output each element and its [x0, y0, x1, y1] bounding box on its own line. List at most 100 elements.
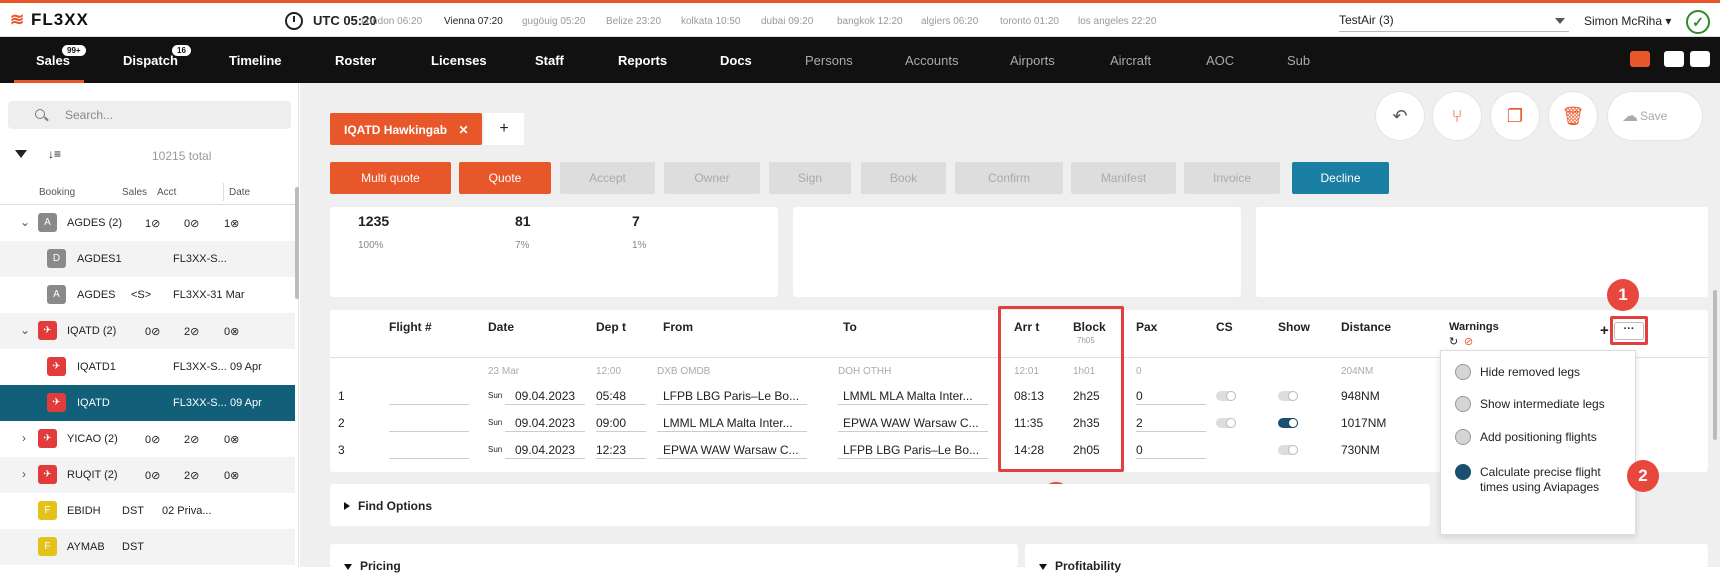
leg-to[interactable]: LFPB LBG Paris–Le Bo...	[843, 443, 979, 457]
nav-aircraft[interactable]: Aircraft	[1110, 53, 1151, 68]
list-item[interactable]: F AYMAB DST	[0, 529, 295, 565]
nav-accounts[interactable]: Accounts	[905, 53, 958, 68]
close-icon[interactable]: ✕	[458, 123, 468, 137]
accept-button[interactable]: Accept	[560, 162, 655, 194]
leg-pax[interactable]: 0	[1136, 389, 1143, 403]
filter-icon[interactable]	[15, 150, 27, 158]
nav-aoc[interactable]: AOC	[1206, 53, 1234, 68]
stat-value: 1235	[358, 213, 390, 229]
find-options-section[interactable]	[330, 484, 1430, 526]
tab-booking[interactable]: IQATD Hawkingab ✕	[330, 113, 482, 145]
leg-pax[interactable]: 0	[1136, 443, 1143, 457]
list-item[interactable]: ✈ IQATD1 FL3XX-S... 09 Apr	[0, 349, 295, 385]
nav-licenses[interactable]: Licenses	[431, 53, 487, 68]
list-item[interactable]: F EBIDH DST 02 Priva...	[0, 493, 295, 529]
leg-dep[interactable]: 09:00	[596, 416, 626, 430]
delete-button[interactable]: 🗑	[1548, 91, 1598, 141]
show-toggle[interactable]	[1278, 418, 1298, 428]
view-grid-icon[interactable]	[1690, 51, 1710, 67]
user-menu[interactable]: Simon McRiha ▾	[1584, 14, 1671, 28]
add-tab-button[interactable]: +	[484, 113, 524, 145]
list-item-selected[interactable]: ✈ IQATD FL3XX-S... 09 Apr	[0, 385, 295, 421]
confirm-button[interactable]: Confirm	[955, 162, 1063, 194]
owner-button[interactable]: Owner	[664, 162, 760, 194]
leg-to[interactable]: LMML MLA Malta Inter...	[843, 389, 973, 403]
list-item[interactable]: ⌄ A AGDES (2) 1⊘ 0⊘ 1⊗	[0, 205, 295, 241]
list-item[interactable]: D AGDES1 FL3XX-S...	[0, 241, 295, 277]
nav-timeline[interactable]: Timeline	[229, 53, 282, 68]
show-toggle[interactable]	[1278, 445, 1298, 455]
company-select[interactable]: TestAir (3)	[1339, 13, 1394, 27]
pricing-toggle[interactable]: Pricing	[344, 559, 401, 573]
nav-airports[interactable]: Airports	[1010, 53, 1055, 68]
multi-quote-button[interactable]: Multi quote	[330, 162, 451, 194]
search-input[interactable]: Search...	[8, 101, 291, 129]
nav-roster[interactable]: Roster	[335, 53, 376, 68]
copy-button[interactable]: ❐	[1490, 91, 1540, 141]
sign-button[interactable]: Sign	[769, 162, 851, 194]
removed-leg-date: 23 Mar	[488, 366, 520, 377]
sidebar-scrollbar[interactable]	[295, 187, 299, 299]
col-acct[interactable]: Acct	[157, 187, 176, 198]
nav-docs[interactable]: Docs	[720, 53, 752, 68]
view-single-icon[interactable]	[1630, 51, 1650, 67]
chevron-down-icon[interactable]: ⌄	[20, 215, 30, 229]
list-item[interactable]: ⌄ ✈ IQATD (2) 0⊘ 2⊘ 0⊗	[0, 313, 295, 349]
leg-to[interactable]: EPWA WAW Warsaw C...	[843, 416, 979, 430]
nav-dispatch[interactable]: Dispatch	[123, 53, 178, 68]
show-toggle[interactable]	[1278, 391, 1298, 401]
leg-date[interactable]: 09.04.2023	[515, 389, 575, 403]
flight-number-input[interactable]	[389, 404, 469, 405]
invoice-button[interactable]: Invoice	[1184, 162, 1280, 194]
sales-value: DST	[122, 505, 144, 517]
pricing-section[interactable]	[330, 544, 1018, 567]
leg-pax[interactable]: 2	[1136, 416, 1143, 430]
chevron-down-icon[interactable]	[1555, 18, 1565, 24]
leg-dep[interactable]: 12:23	[596, 443, 626, 457]
list-item[interactable]: › ✈ YICAO (2) 0⊘ 2⊘ 0⊗	[0, 421, 295, 457]
book-button[interactable]: Book	[861, 162, 946, 194]
leg-date[interactable]: 09.04.2023	[515, 416, 575, 430]
profitability-toggle[interactable]: Profitability	[1039, 559, 1121, 573]
caret-down-icon	[1039, 564, 1047, 570]
list-item[interactable]: A AGDES <S> FL3XX-31 Mar	[0, 277, 295, 313]
decline-button[interactable]: Decline	[1292, 162, 1389, 194]
flight-number-input[interactable]	[389, 431, 469, 432]
view-split-icon[interactable]	[1664, 51, 1684, 67]
col-sales[interactable]: Sales	[122, 187, 147, 198]
nav-sub[interactable]: Sub	[1287, 53, 1310, 68]
cs-toggle[interactable]	[1216, 418, 1236, 428]
nav-persons[interactable]: Persons	[805, 53, 853, 68]
nav-staff[interactable]: Staff	[535, 53, 564, 68]
col-booking[interactable]: Booking	[39, 187, 75, 198]
warning-icon[interactable]: ⊘	[1464, 335, 1473, 348]
leg-date[interactable]: 09.04.2023	[515, 443, 575, 457]
leg-from[interactable]: LFPB LBG Paris–Le Bo...	[663, 389, 799, 403]
fl3xx-logo[interactable]: ≋ FL3XX	[10, 10, 89, 30]
leg-dep[interactable]: 05:48	[596, 389, 626, 403]
leg-from[interactable]: EPWA WAW Warsaw C...	[663, 443, 799, 457]
main-scrollbar[interactable]	[1713, 290, 1717, 440]
quote-button[interactable]: Quote	[459, 162, 551, 194]
chevron-down-icon[interactable]: ⌄	[20, 323, 30, 337]
list-item[interactable]: › ✈ RUQIT (2) 0⊘ 2⊘ 0⊗	[0, 457, 295, 493]
undo-button[interactable]: ↶	[1375, 91, 1425, 141]
manifest-button[interactable]: Manifest	[1071, 162, 1176, 194]
sort-icon[interactable]: ↓≡	[48, 147, 61, 161]
nav-reports[interactable]: Reports	[618, 53, 667, 68]
save-button[interactable]: ☁ Save	[1607, 91, 1703, 141]
airplane-icon: ✈	[47, 357, 66, 376]
top-bar: ≋ FL3XX UTC 05:20 London 06:20 Vienna 07…	[0, 0, 1720, 37]
col-date[interactable]: Date	[229, 187, 250, 198]
profitability-section[interactable]	[1025, 544, 1708, 567]
status-check-icon[interactable]: ✓	[1686, 10, 1710, 34]
branch-button[interactable]: ⑂	[1432, 91, 1482, 141]
cs-toggle[interactable]	[1216, 391, 1236, 401]
chevron-right-icon[interactable]: ›	[22, 431, 26, 445]
flight-number-input[interactable]	[389, 458, 469, 459]
find-options-toggle[interactable]: Find Options	[344, 499, 432, 513]
chevron-right-icon[interactable]: ›	[22, 467, 26, 481]
refresh-icon[interactable]: ↻	[1449, 335, 1458, 348]
leg-from[interactable]: LMML MLA Malta Inter...	[663, 416, 793, 430]
add-leg-button[interactable]: +	[1600, 322, 1609, 339]
